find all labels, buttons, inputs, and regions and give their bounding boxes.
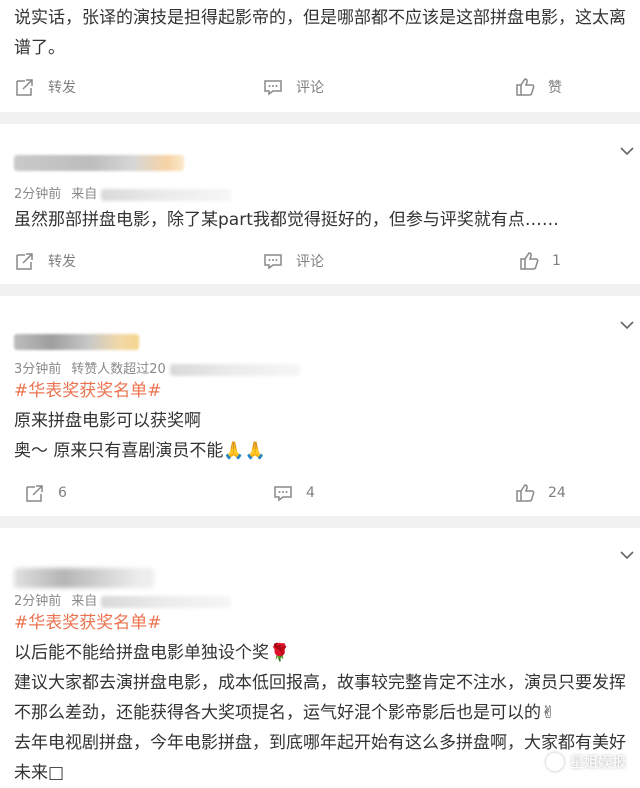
repost-button[interactable]: 6 xyxy=(24,478,67,508)
post-time: 2分钟前 xyxy=(14,594,62,609)
source-blurred xyxy=(101,188,232,201)
like-button[interactable]: 赞 xyxy=(514,72,562,102)
comment-icon xyxy=(262,250,284,272)
watermark-logo-icon xyxy=(546,753,564,771)
share-icon xyxy=(24,482,46,504)
comment-icon xyxy=(272,482,294,504)
thumbs-up-icon xyxy=(514,76,536,98)
repost-label: 转发 xyxy=(48,80,76,96)
like-count: 24 xyxy=(548,485,566,501)
post-source: 来自 xyxy=(71,187,98,202)
post-line: 奥～ 原来只有喜剧演员不能🙏🙏 xyxy=(14,441,266,461)
post-source: 转赞人数超过20 xyxy=(71,362,166,377)
post-actions: 转发 评论 1 xyxy=(0,246,640,276)
chevron-down-icon[interactable] xyxy=(618,316,636,334)
comment-label: 评论 xyxy=(296,254,324,270)
post-line: 以后能不能给拼盘电影单独设个奖🌹 xyxy=(14,643,291,663)
post-body: #华表奖获奖名单# 原来拼盘电影可以获奖啊 奥～ 原来只有喜剧演员不能🙏🙏 xyxy=(14,376,626,466)
repost-button[interactable]: 转发 xyxy=(14,246,76,276)
post-line: 去年电视剧拼盘，今年电影拼盘，到底哪年起开始有这么多拼盘啊，大家都有美好未来□ xyxy=(14,733,626,783)
comment-button[interactable]: 4 xyxy=(272,478,315,508)
separator xyxy=(0,516,640,528)
like-count: 1 xyxy=(552,253,561,269)
post-source: 来自 xyxy=(71,594,98,609)
post-time: 3分钟前 xyxy=(14,362,62,377)
like-label: 赞 xyxy=(548,80,562,96)
post-line: 原来拼盘电影可以获奖啊 xyxy=(14,411,201,431)
post-card-2: 3分钟前 转赞人数超过20 #华表奖获奖名单# 原来拼盘电影可以获奖啊 奥～ 原来… xyxy=(0,296,640,516)
post-actions: 转发 评论 赞 xyxy=(0,72,640,102)
watermark: 星姐娱报 xyxy=(546,752,626,772)
comment-count: 4 xyxy=(306,485,315,501)
thumbs-up-icon xyxy=(514,482,536,504)
comment-button[interactable]: 评论 xyxy=(262,246,324,276)
post-line: 建议大家都去演拼盘电影，成本低回报高，故事较完整肯定不注水，演员只要发挥不那么差… xyxy=(14,673,626,723)
post-meta: 2分钟前 来自 xyxy=(14,183,232,202)
share-icon xyxy=(14,76,36,98)
post-actions: 6 4 24 xyxy=(0,478,640,508)
username-blurred[interactable] xyxy=(14,568,154,588)
separator xyxy=(0,284,640,296)
separator xyxy=(0,112,640,124)
post-body: #华表奖获奖名单# 以后能不能给拼盘电影单独设个奖🌹 建议大家都去演拼盘电影，成… xyxy=(14,608,626,788)
topic-tag[interactable]: #华表奖获奖名单# xyxy=(14,608,626,638)
like-button[interactable]: 1 xyxy=(518,246,561,276)
share-icon xyxy=(14,250,36,272)
source-blurred xyxy=(169,363,300,376)
like-button[interactable]: 24 xyxy=(514,478,566,508)
post-text: 说实话，张译的演技是担得起影帝的，但是哪部都不应该是这部拼盘电影，这太离谱了。 xyxy=(14,8,626,58)
post-card-0: 说实话，张译的演技是担得起影帝的，但是哪部都不应该是这部拼盘电影，这太离谱了。 … xyxy=(0,0,640,112)
source-blurred xyxy=(101,595,232,608)
repost-count: 6 xyxy=(58,485,67,501)
post-card-3: 2分钟前 来自 #华表奖获奖名单# 以后能不能给拼盘电影单独设个奖🌹 建议大家都去… xyxy=(0,528,640,788)
watermark-text: 星姐娱报 xyxy=(570,755,626,771)
post-meta: 3分钟前 转赞人数超过20 xyxy=(14,358,300,377)
chevron-down-icon[interactable] xyxy=(618,546,636,564)
chevron-down-icon[interactable] xyxy=(618,142,636,160)
topic-tag[interactable]: #华表奖获奖名单# xyxy=(14,376,626,406)
thumbs-up-icon xyxy=(518,250,540,272)
post-card-1: 2分钟前 来自 虽然那部拼盘电影，除了某part我都觉得挺好的，但参与评奖就有点…… xyxy=(0,124,640,284)
repost-label: 转发 xyxy=(48,254,76,270)
post-meta: 2分钟前 来自 xyxy=(14,590,232,609)
comment-button[interactable]: 评论 xyxy=(262,72,324,102)
username-blurred[interactable] xyxy=(14,155,184,171)
post-time: 2分钟前 xyxy=(14,187,62,202)
post-text: 虽然那部拼盘电影，除了某part我都觉得挺好的，但参与评奖就有点…… xyxy=(14,210,559,230)
comment-icon xyxy=(262,76,284,98)
comment-label: 评论 xyxy=(296,80,324,96)
username-blurred[interactable] xyxy=(14,334,139,350)
repost-button[interactable]: 转发 xyxy=(14,72,76,102)
